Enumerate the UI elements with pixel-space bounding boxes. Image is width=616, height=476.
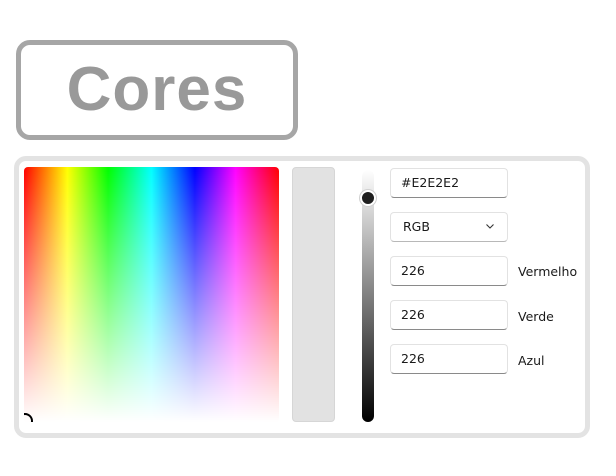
color-mode-value: RGB (403, 219, 430, 234)
page-title: Cores (66, 55, 248, 124)
blue-channel-label: Azul (518, 353, 545, 368)
spectrum-selector-handle[interactable] (24, 413, 33, 422)
chevron-down-icon (486, 224, 494, 229)
blue-channel-input[interactable]: 226 (390, 344, 508, 374)
color-preview-swatch (292, 167, 335, 422)
brightness-slider-thumb[interactable] (360, 189, 376, 206)
color-mode-select[interactable]: RGB (390, 212, 508, 242)
color-spectrum[interactable] (24, 167, 279, 422)
green-channel-label: Verde (518, 309, 554, 324)
hex-input[interactable]: #E2E2E2 (390, 168, 508, 198)
title-box: Cores (16, 40, 298, 140)
green-channel-input[interactable]: 226 (390, 300, 508, 330)
red-channel-label: Vermelho (518, 264, 578, 279)
red-channel-input[interactable]: 226 (390, 256, 508, 286)
brightness-slider[interactable] (362, 170, 374, 422)
